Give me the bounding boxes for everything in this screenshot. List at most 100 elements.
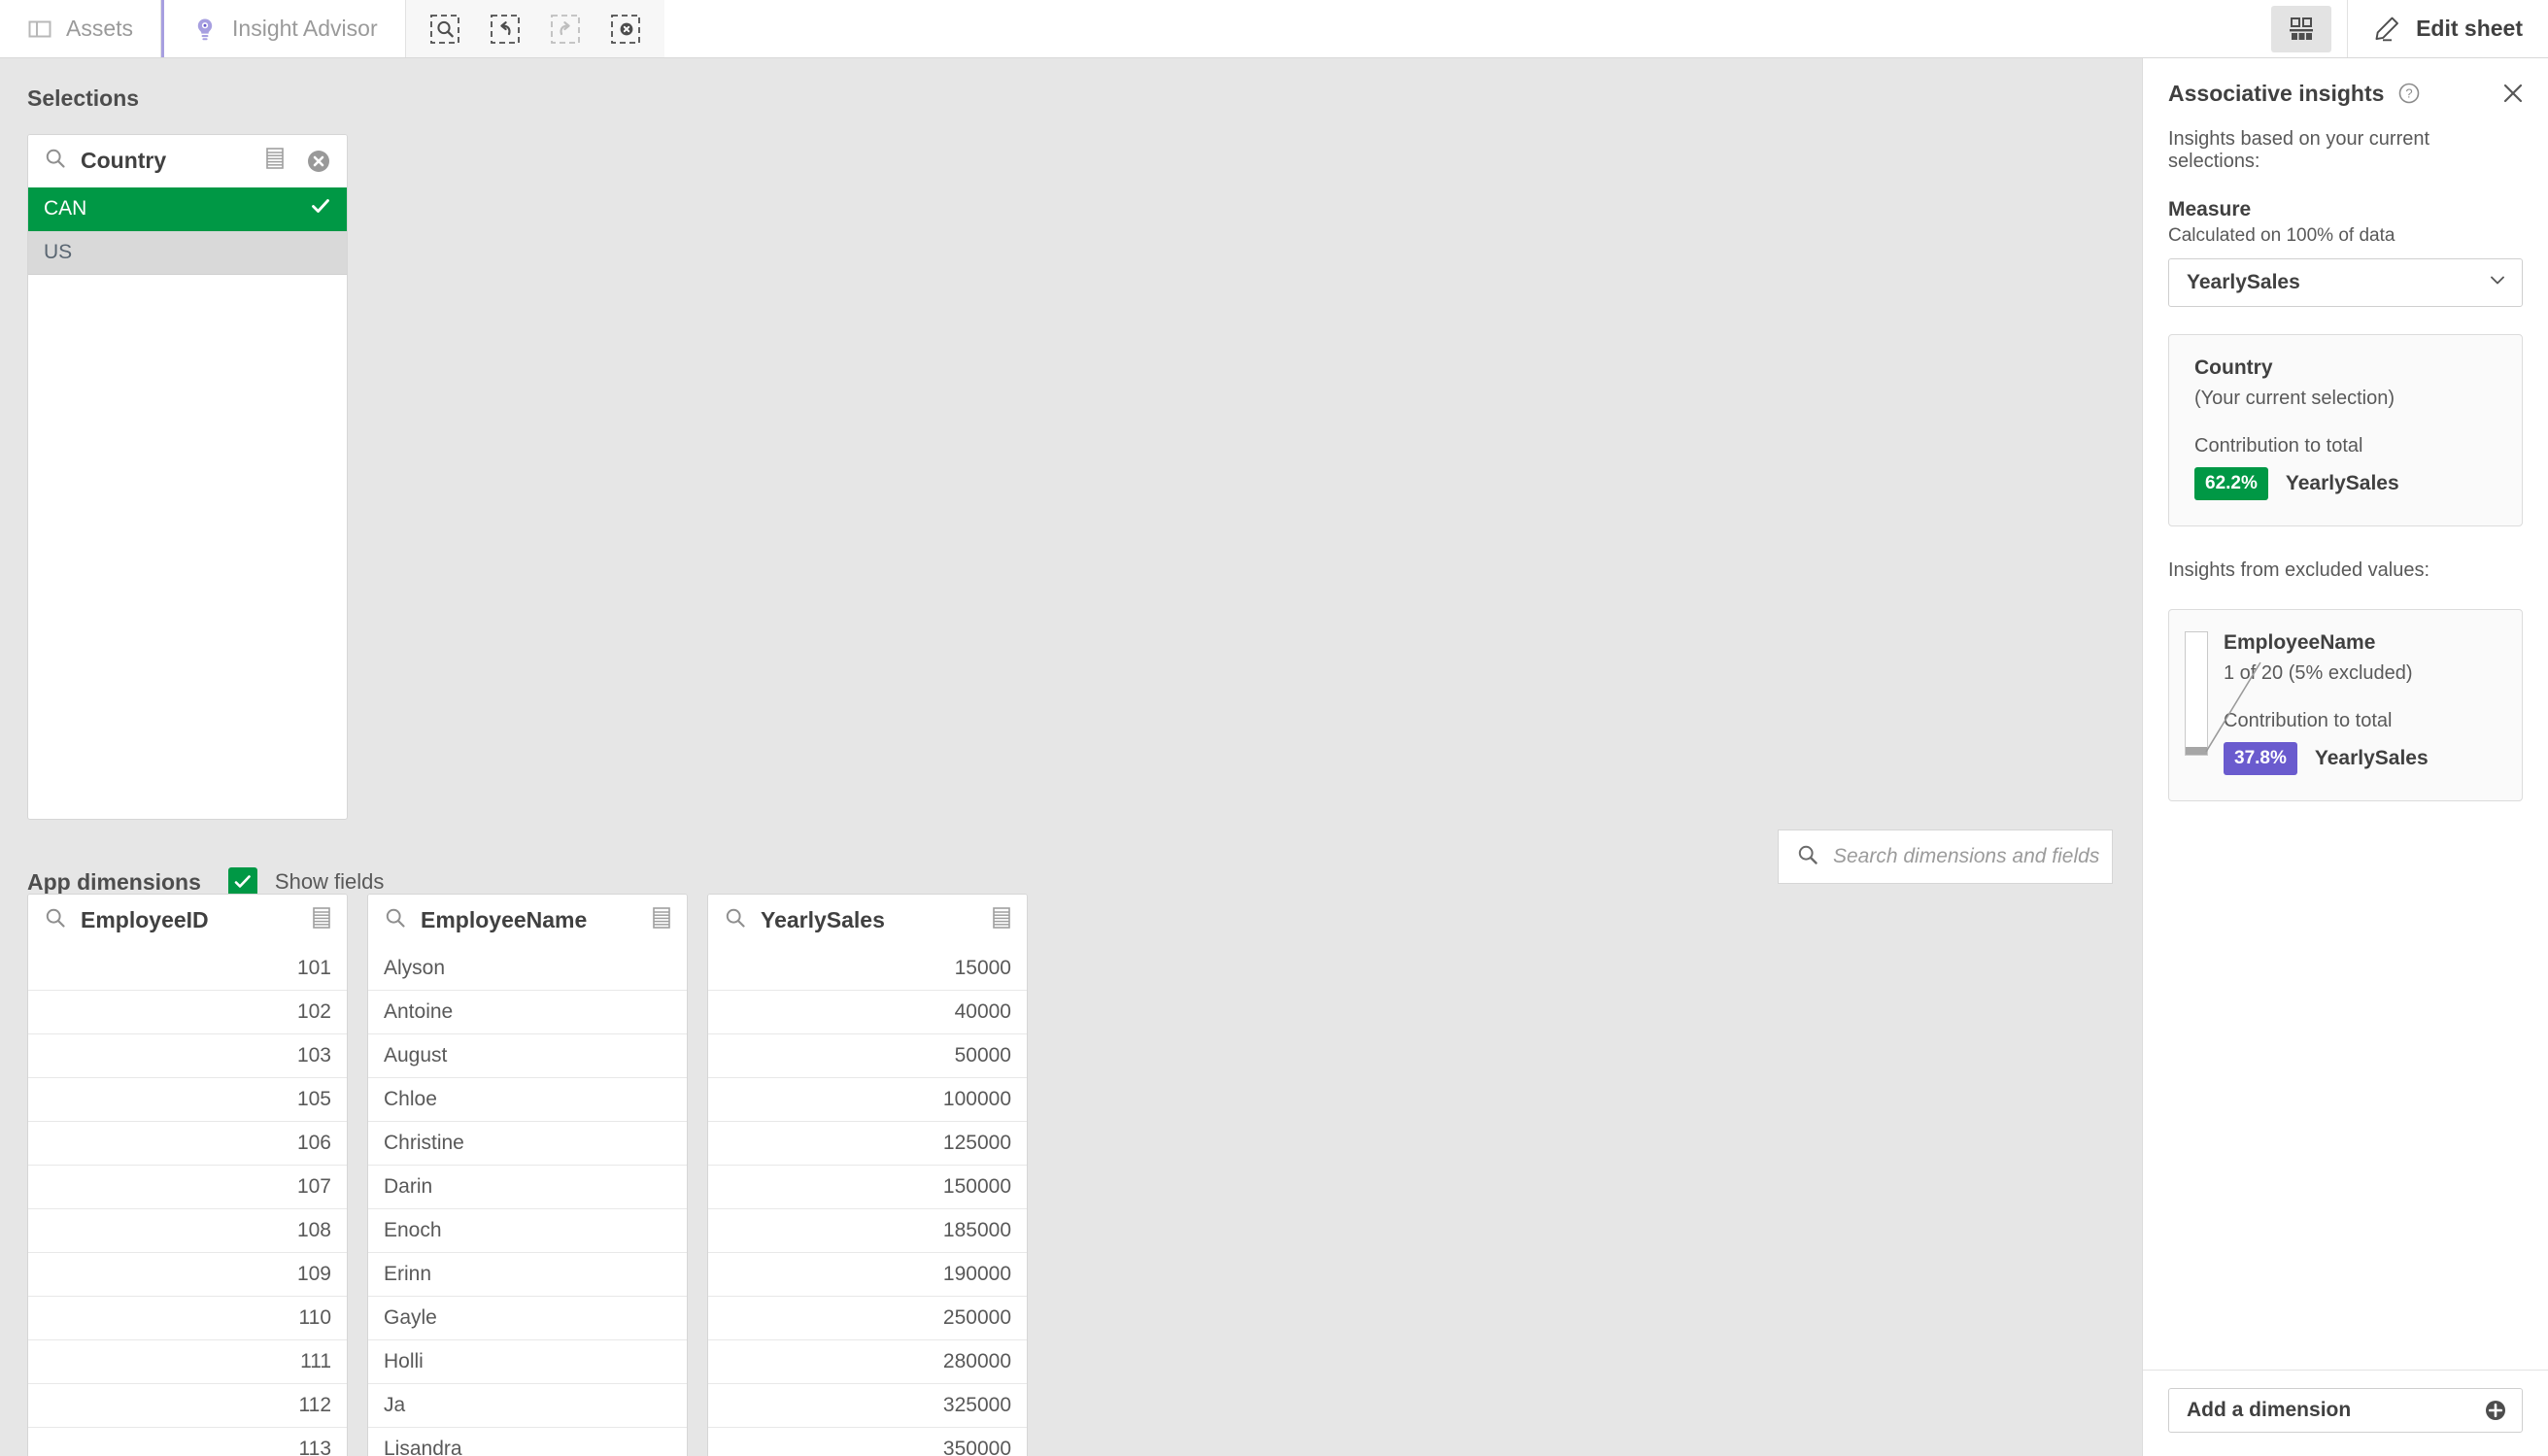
listbox-menu-icon[interactable] — [310, 905, 333, 935]
selections-value-rows: CAN US — [28, 187, 347, 275]
excluded-insights-heading: Insights from excluded values: — [2168, 559, 2430, 581]
listbox-value-label: Enoch — [384, 1219, 442, 1241]
listbox-value-label: Ja — [384, 1394, 406, 1416]
main-content: Selections Country CAN US App dimensions… — [0, 58, 2142, 1456]
listbox-value-row[interactable]: 280000 — [708, 1340, 1027, 1384]
step-forward-button — [540, 4, 591, 54]
excluded-insight-card[interactable]: EmployeeName 1 of 20 (5% excluded) Contr… — [2168, 609, 2523, 801]
listbox-value-row[interactable]: 103 — [28, 1034, 347, 1078]
listbox-value-row[interactable]: US — [28, 231, 347, 275]
listbox-value-row[interactable]: 190000 — [708, 1253, 1027, 1297]
listbox-value-row[interactable]: 112 — [28, 1384, 347, 1428]
tab-assets[interactable]: Assets — [0, 0, 162, 57]
close-icon[interactable] — [2499, 80, 2527, 107]
listbox-value-row[interactable]: 350000 — [708, 1428, 1027, 1456]
listbox-value-label: Holli — [384, 1350, 424, 1372]
listbox-title: YearlySales — [761, 907, 885, 932]
listbox-menu-icon[interactable] — [990, 905, 1013, 935]
listbox-value-row[interactable]: 185000 — [708, 1209, 1027, 1253]
tab-insight-advisor[interactable]: Insight Advisor — [161, 0, 406, 57]
listbox-value-row[interactable]: Erinn — [368, 1253, 687, 1297]
panel-icon — [27, 17, 52, 42]
listbox-value-row[interactable]: 50000 — [708, 1034, 1027, 1078]
app-dimension-columns: EmployeeID 101 102 103 105 106 107 108 109 110 1 — [27, 894, 1028, 1456]
listbox-value-row[interactable]: Christine — [368, 1122, 687, 1166]
show-fields-label[interactable]: Show fields — [275, 869, 385, 895]
listbox-value-row[interactable]: Lisandra — [368, 1428, 687, 1456]
search-icon[interactable] — [44, 906, 67, 934]
listbox-value-row[interactable]: Chloe — [368, 1078, 687, 1122]
listbox-value-row[interactable]: 125000 — [708, 1122, 1027, 1166]
listbox-value-row[interactable]: 102 — [28, 991, 347, 1034]
measure-dropdown[interactable]: YearlySales — [2168, 258, 2523, 307]
search-icon[interactable] — [384, 906, 407, 934]
listbox-value-label: Erinn — [384, 1263, 432, 1285]
listbox-value-row[interactable]: 101 — [28, 947, 347, 991]
listbox-menu-icon[interactable] — [263, 146, 287, 176]
listbox-employeeid: EmployeeID 101 102 103 105 106 107 108 109 110 1 — [27, 894, 348, 1456]
listbox-value-label: CAN — [44, 197, 87, 220]
listbox-value-row[interactable]: 109 — [28, 1253, 347, 1297]
clear-field-selection-button[interactable] — [304, 147, 333, 176]
contribution-measure: YearlySales — [2285, 472, 2399, 494]
step-back-button[interactable] — [480, 4, 530, 54]
listbox-value-label: Antoine — [384, 1000, 454, 1023]
listbox-value-label: 185000 — [942, 1219, 1011, 1241]
listbox-value-row[interactable]: 40000 — [708, 991, 1027, 1034]
listbox-value-row[interactable]: Enoch — [368, 1209, 687, 1253]
listbox-value-row[interactable]: 111 — [28, 1340, 347, 1384]
listbox-value-row[interactable]: 106 — [28, 1122, 347, 1166]
dimension-search-box[interactable] — [1778, 830, 2113, 884]
listbox-value-row[interactable]: 325000 — [708, 1384, 1027, 1428]
listbox-value-row[interactable]: Antoine — [368, 991, 687, 1034]
listbox-value-row[interactable]: Darin — [368, 1166, 687, 1209]
listbox-value-label: 325000 — [942, 1394, 1011, 1416]
listbox-value-label: 280000 — [942, 1350, 1011, 1372]
listbox-value-label: 50000 — [954, 1044, 1011, 1067]
clear-selections-button[interactable] — [600, 4, 651, 54]
listbox-value-row[interactable]: Alyson — [368, 947, 687, 991]
listbox-value-row[interactable]: 100000 — [708, 1078, 1027, 1122]
tab-assets-label: Assets — [66, 16, 134, 41]
listbox-value-row[interactable]: 113 — [28, 1428, 347, 1456]
listbox-employeename: EmployeeName Alyson Antoine August Chloe Ch — [367, 894, 688, 1456]
listbox-menu-icon[interactable] — [650, 905, 673, 935]
listbox-rows: Alyson Antoine August Chloe Christine Darin En… — [368, 947, 687, 1456]
current-selection-insight-card[interactable]: Country (Your current selection) Contrib… — [2168, 334, 2523, 526]
dimension-search-input[interactable] — [1833, 845, 2100, 868]
sheet-grid-button[interactable] — [2271, 5, 2332, 52]
listbox-value-row[interactable]: 108 — [28, 1209, 347, 1253]
listbox-value-row[interactable]: 107 — [28, 1166, 347, 1209]
listbox-value-label: 15000 — [954, 957, 1011, 979]
listbox-value-row[interactable]: 105 — [28, 1078, 347, 1122]
listbox-title: EmployeeID — [81, 907, 209, 932]
search-icon[interactable] — [724, 906, 747, 934]
measure-dropdown-value: YearlySales — [2187, 271, 2300, 293]
help-icon[interactable]: ? — [2397, 82, 2421, 105]
listbox-value-row[interactable]: 250000 — [708, 1297, 1027, 1340]
contribution-badge: 37.8% — [2224, 742, 2297, 775]
selections-listbox-header: Country — [28, 135, 347, 187]
associative-insights-panel: Associative insights ? Insights based on… — [2142, 58, 2548, 1456]
qlik-sense-app: Assets Insight Advisor Edit sheet Select… — [0, 0, 2548, 1456]
listbox-title: EmployeeName — [421, 907, 588, 932]
selections-listbox: Country CAN US — [27, 134, 348, 820]
listbox-value-row[interactable]: August — [368, 1034, 687, 1078]
listbox-value-row[interactable]: 110 — [28, 1297, 347, 1340]
listbox-header: EmployeeName — [368, 895, 687, 947]
listbox-value-row[interactable]: CAN — [28, 187, 347, 231]
listbox-value-label: 107 — [296, 1175, 331, 1198]
smart-search-button[interactable] — [420, 4, 470, 54]
search-icon[interactable] — [44, 147, 67, 175]
add-dimension-button[interactable]: Add a dimension — [2168, 1388, 2523, 1433]
listbox-value-row[interactable]: Holli — [368, 1340, 687, 1384]
listbox-value-row[interactable]: 15000 — [708, 947, 1027, 991]
contribution-measure: YearlySales — [2314, 747, 2429, 769]
show-fields-checkbox[interactable] — [227, 867, 257, 897]
listbox-value-row[interactable]: Ja — [368, 1384, 687, 1428]
listbox-value-row[interactable]: 150000 — [708, 1166, 1027, 1209]
edit-sheet-button[interactable]: Edit sheet — [2348, 0, 2548, 57]
listbox-value-row[interactable]: Gayle — [368, 1297, 687, 1340]
chevron-down-icon — [2487, 269, 2508, 296]
listbox-value-label: 113 — [298, 1438, 331, 1456]
